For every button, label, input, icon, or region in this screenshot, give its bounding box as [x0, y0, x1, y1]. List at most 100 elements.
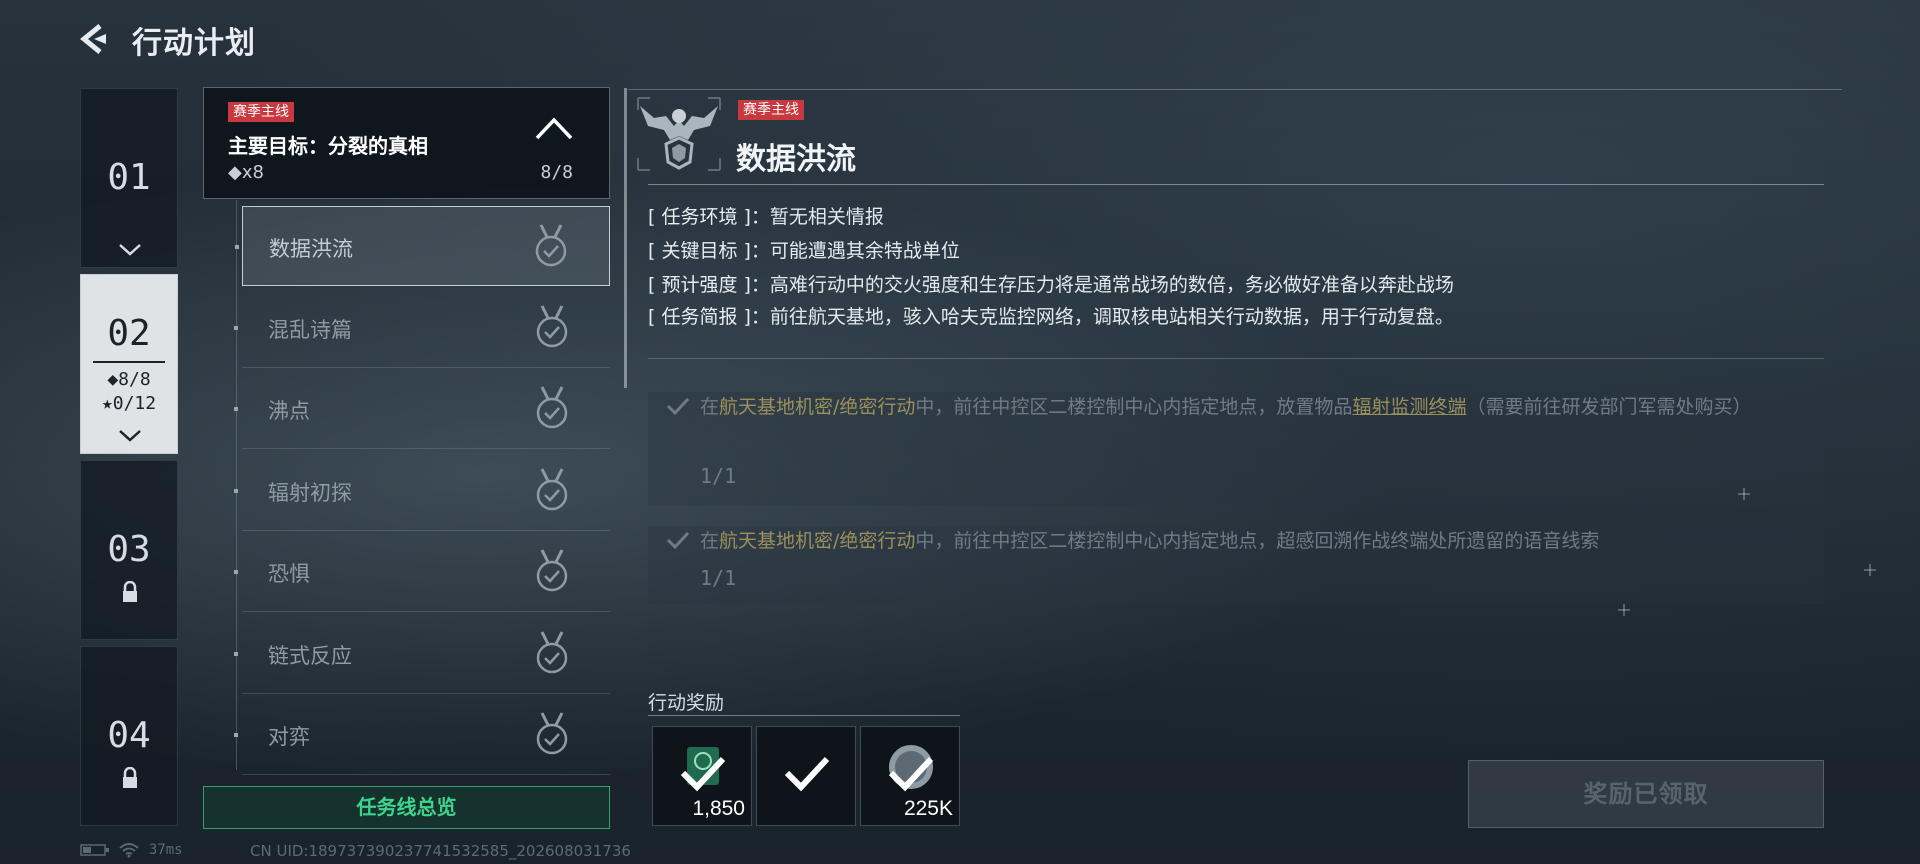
objective-item: 在航天基地机密/绝密行动中，前往中控区二楼控制中心内指定地点，超感回溯作战终端处… [648, 526, 1824, 604]
mission-item[interactable]: 混乱诗篇 [234, 288, 610, 368]
mission-label: 数据洪流 [269, 237, 353, 261]
mission-title: 数据洪流 [736, 142, 856, 177]
medal-check-icon [534, 630, 570, 676]
scrollbar[interactable] [624, 88, 627, 388]
info-row-environment: [ 任务环境 ]：暂无相关情报 [648, 202, 884, 229]
mission-item[interactable]: 数据洪流 [235, 206, 610, 286]
mission-line-header[interactable]: 赛季主线 主要目标：分裂的真相 ◆x8 8/8 [203, 87, 610, 199]
tree-line [236, 200, 237, 770]
mission-line-count: ◆x8 [228, 162, 264, 183]
objective-text: 在航天基地机密/绝密行动中，前往中控区二楼控制中心内指定地点，放置物品辐射监测终… [700, 396, 1752, 418]
objective-item: 在航天基地机密/绝密行动中，前往中控区二楼控制中心内指定地点，放置物品辐射监测终… [648, 392, 1824, 506]
lock-icon [123, 767, 137, 788]
tree-node [234, 733, 238, 737]
medal-check-icon [534, 467, 570, 513]
chapter-tab-01[interactable]: 01 [80, 88, 178, 268]
mission-item[interactable]: 辐射初探 [234, 451, 610, 531]
info-value: ：暂无相关情报 [750, 206, 884, 228]
info-value: ：可能遭遇其余特战单位 [750, 240, 960, 262]
reward-title: 行动奖励 [648, 692, 725, 714]
decor-plus-icon [1618, 604, 1630, 616]
season-main-tag: 赛季主线 [228, 102, 294, 122]
tree-node [234, 488, 238, 493]
info-key: [ 任务环境 ] [648, 206, 751, 228]
info-value: ：高难行动中的交火强度和生存压力将是通常战场的数倍，务必做好准备以奔赴战场 [750, 274, 1454, 296]
chapter-number: 02 [107, 313, 151, 354]
mission-label: 对弈 [268, 725, 310, 749]
objective-progress: 1/1 [700, 464, 737, 488]
page-title: 行动计划 [132, 26, 256, 61]
tree-node [234, 325, 238, 330]
chevron-up-icon[interactable] [535, 116, 573, 140]
tree-node [234, 407, 238, 411]
mission-label: 链式反应 [268, 643, 352, 668]
objective-progress: 1/1 [700, 566, 737, 590]
objective-text: 在航天基地机密/绝密行动中，前往中控区二楼控制中心内指定地点，超感回溯作战终端处… [700, 530, 1600, 552]
uid-label: CN UID:1897373902377415325​85_2026080317… [250, 842, 631, 860]
info-value: ：前往航天基地，骇入哈夫克监控网络，调取核电站相关行动数据，用于行动复盘。 [750, 306, 1454, 328]
check-icon [680, 756, 726, 792]
tree-node [234, 570, 238, 574]
medal-check-icon [534, 385, 570, 431]
info-key: [ 预计强度 ] [648, 274, 751, 296]
mission-item[interactable]: 链式反应 [234, 614, 610, 694]
decor-plus-icon [1738, 488, 1750, 500]
chevron-down-icon [119, 430, 141, 442]
divider [648, 358, 1824, 359]
info-key: [ 关键目标 ] [648, 240, 751, 262]
divider [628, 89, 1842, 90]
battery-icon [80, 844, 109, 856]
divider [648, 184, 1824, 185]
mission-label: 沸点 [268, 399, 310, 423]
check-icon [784, 756, 830, 792]
reward-quantity: 225K [903, 797, 953, 820]
reward-item[interactable] [756, 726, 856, 826]
reward-item[interactable]: 225K [860, 726, 960, 826]
chapter-tab-04[interactable]: 04 [80, 646, 178, 826]
chapter-tab-03[interactable]: 03 [80, 460, 178, 640]
mission-line-title: 主要目标：分裂的真相 [228, 134, 428, 158]
chevron-down-icon [119, 244, 141, 256]
season-main-tag: 赛季主线 [738, 100, 804, 120]
check-icon [666, 397, 690, 416]
claim-reward-button[interactable]: 奖励已领取 [1468, 760, 1824, 828]
info-row-intensity: [ 预计强度 ]：高难行动中的交火强度和生存压力将是通常战场的数倍，务必做好准备… [648, 270, 1454, 297]
tree-node [235, 245, 239, 249]
info-row-target: [ 关键目标 ]：可能遭遇其余特战单位 [648, 236, 960, 263]
reward-quantity: 1,850 [692, 797, 745, 820]
eagle-emblem-icon [637, 97, 721, 171]
decor-plus-icon [1864, 564, 1876, 576]
chapter-number: 03 [107, 529, 151, 570]
wifi-icon [119, 843, 140, 858]
info-key: [ 任务简报 ] [648, 306, 751, 328]
ping-value: 37ms [148, 842, 183, 858]
medal-check-icon [534, 548, 570, 594]
mission-line-progress: 8/8 [540, 162, 573, 183]
divider [93, 361, 165, 363]
mission-item[interactable]: 沸点 [234, 369, 610, 449]
chapter-tab-02[interactable]: 02 ◆8/8 ★0/12 [80, 274, 178, 454]
check-icon [666, 531, 690, 550]
chapter-number: 04 [107, 715, 151, 756]
chapter-star-progress: ★0/12 [101, 393, 157, 414]
medal-check-icon [534, 304, 570, 350]
status-bar: 37ms [80, 842, 183, 858]
mission-label: 辐射初探 [268, 480, 352, 505]
mission-item[interactable]: 对弈 [234, 695, 610, 775]
mission-label: 混乱诗篇 [268, 317, 352, 342]
medal-check-icon [534, 711, 570, 757]
tree-node [234, 651, 238, 656]
lock-icon [123, 581, 137, 602]
check-icon [888, 756, 934, 792]
mission-item[interactable]: 恐惧 [234, 532, 610, 612]
chapter-number: 01 [107, 157, 151, 198]
info-row-briefing: [ 任务简报 ]：前往航天基地，骇入哈夫克监控网络，调取核电站相关行动数据，用于… [648, 302, 1454, 329]
mission-overview-button[interactable]: 任务线总览 [203, 786, 610, 829]
divider [648, 715, 960, 716]
medal-check-icon [533, 223, 569, 269]
item-link[interactable]: 辐射监测终端 [1352, 396, 1466, 418]
mission-label: 恐惧 [268, 562, 310, 586]
chapter-diamond-progress: ◆8/8 [107, 369, 151, 390]
reward-item[interactable]: 1,850 [652, 726, 752, 826]
back-arrow-icon[interactable] [78, 22, 112, 56]
